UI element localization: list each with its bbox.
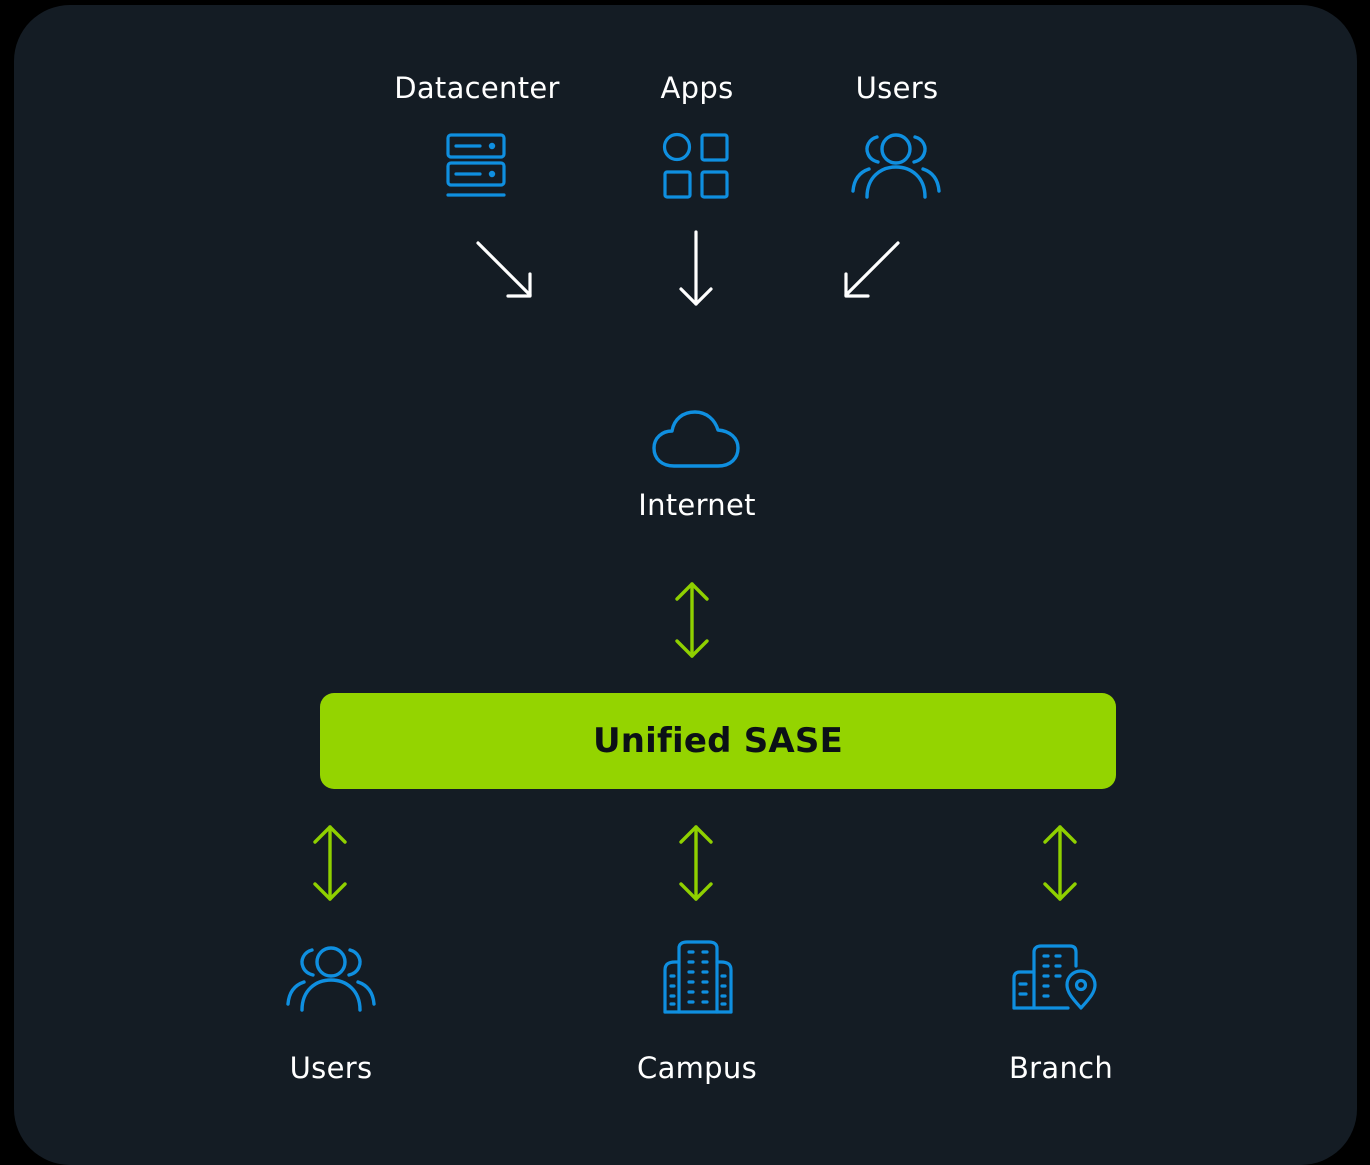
unified-sase-label: Unified SASE (592, 721, 844, 761)
users-icon (851, 131, 941, 199)
endpoint-label-users: Users (289, 1051, 373, 1085)
arrow-sase-campus (676, 823, 716, 903)
arrow-apps-to-internet (670, 228, 722, 312)
branch-location-icon (1012, 944, 1100, 1012)
cloud-icon (652, 410, 742, 470)
source-label-users: Users (855, 71, 939, 105)
arrow-sase-branch (1040, 823, 1080, 903)
arrow-sase-users (310, 823, 350, 903)
arrow-users-to-internet (836, 235, 906, 305)
arrow-internet-sase (672, 580, 712, 660)
internet-label: Internet (638, 488, 756, 522)
campus-building-icon (663, 940, 733, 1014)
users-icon (286, 944, 376, 1012)
endpoint-label-branch: Branch (1008, 1051, 1114, 1085)
server-icon (446, 133, 506, 199)
arrow-datacenter-to-internet (470, 235, 540, 305)
endpoint-label-campus: Campus (637, 1051, 757, 1085)
apps-grid-icon (662, 132, 730, 200)
unified-sase-bar: Unified SASE (320, 693, 1116, 789)
